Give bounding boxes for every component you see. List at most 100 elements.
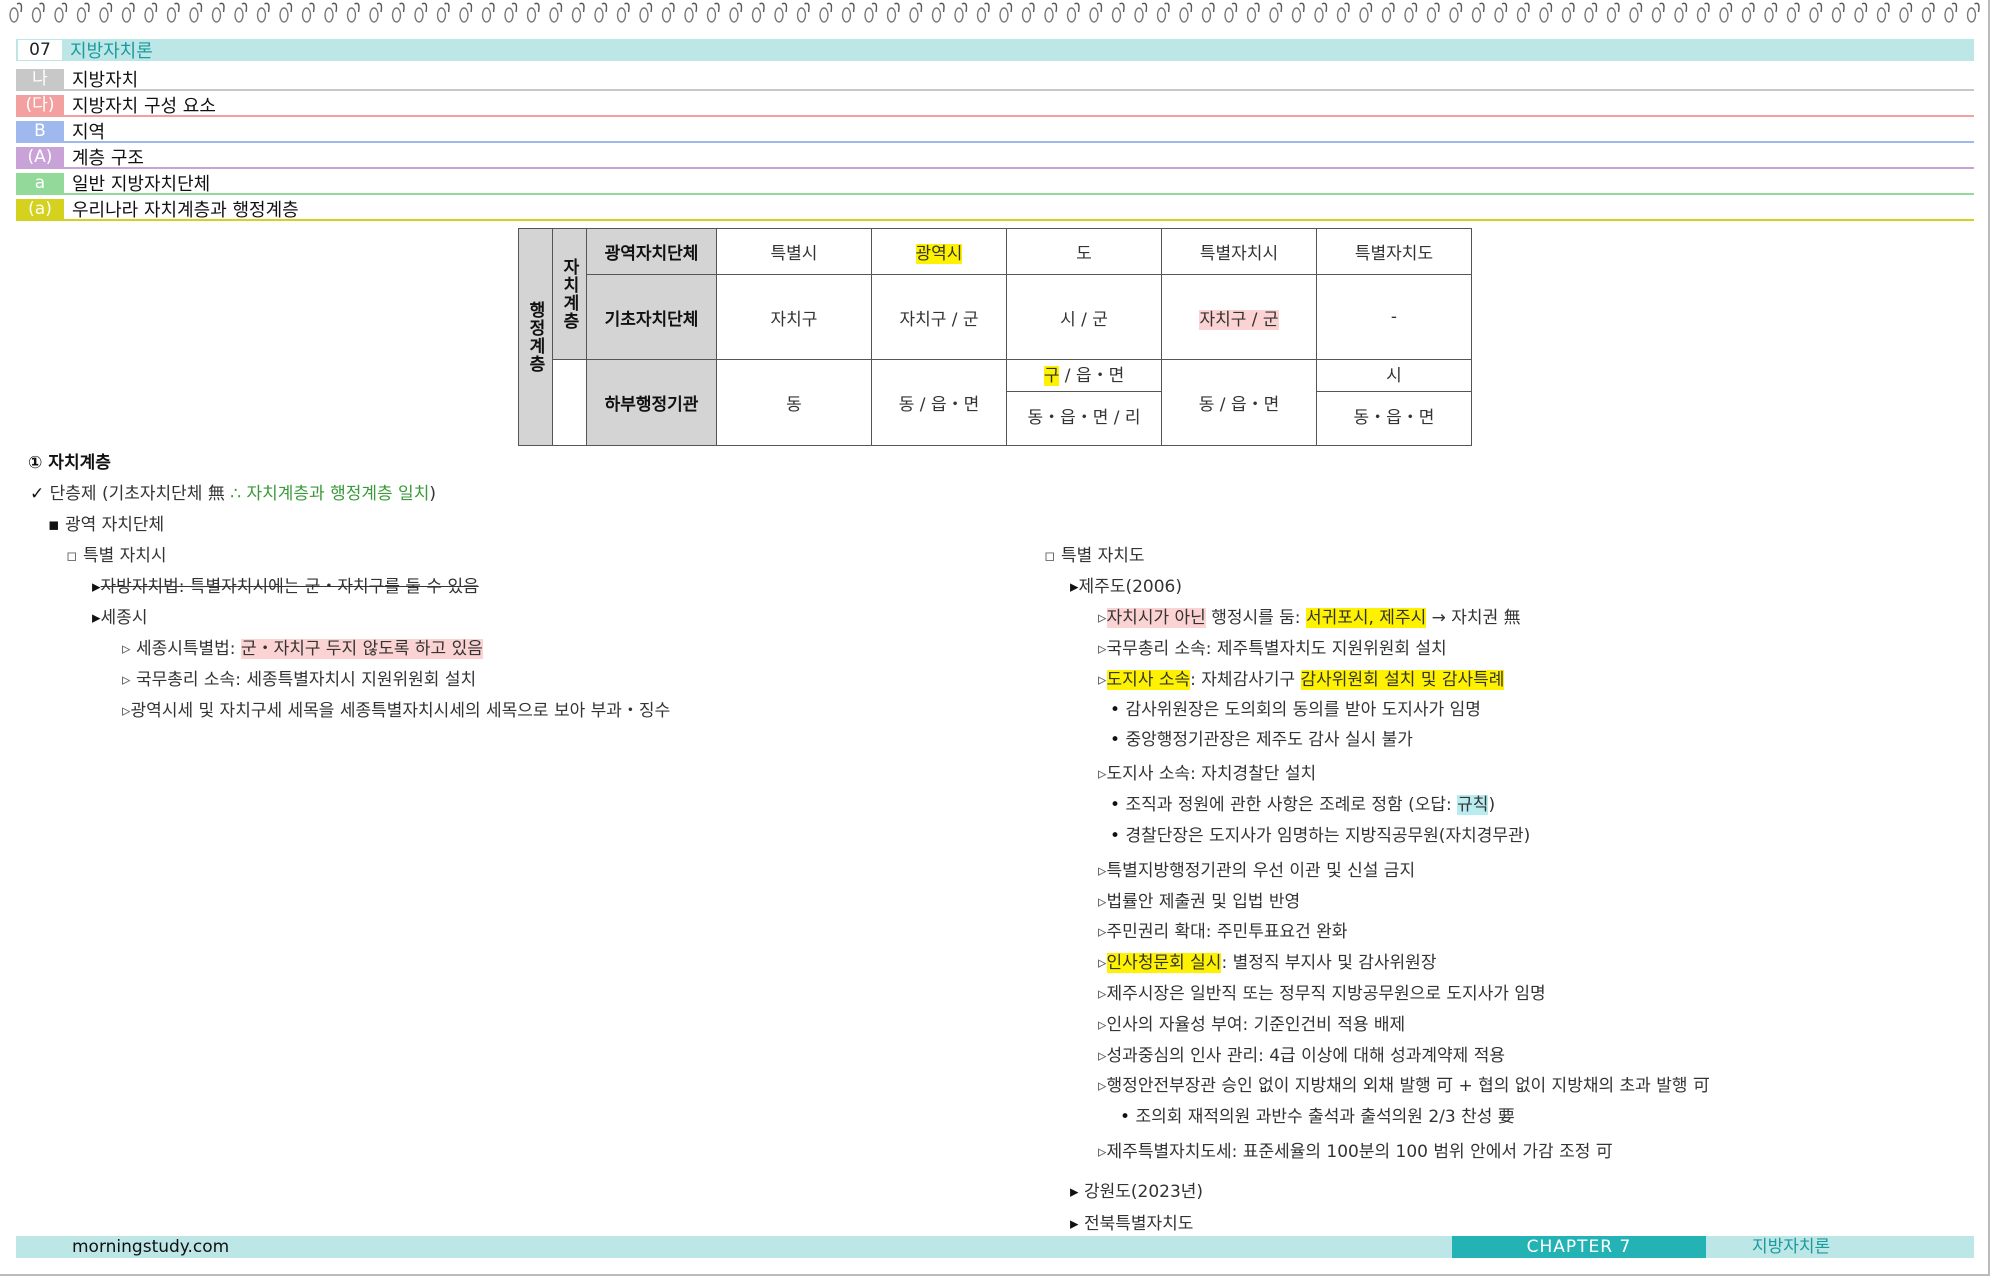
cell-r3-c3-bottom: 동・읍・면 / 리 [1027,408,1141,428]
j10-text: 인사의 자율성 부여: 기준인건비 적용 배제 [1106,1015,1406,1035]
bullet-icon: • [1110,730,1121,750]
j11-text: 성과중심의 인사 관리: 4급 이상에 대해 성과계약제 적용 [1106,1046,1505,1066]
hollow-triangle-icon: ▹ [122,701,131,721]
spiral-ring-icon [1314,2,1328,23]
spiral-ring-icon [1494,2,1508,23]
jeonbuk-item: ▸ 전북특별자치도 [1070,1213,1193,1235]
spiral-ring-icon [1651,2,1665,23]
hollow-triangle-icon: ▹ [1098,670,1107,690]
spiral-ring-icon [1044,2,1058,23]
header-tag: B [16,121,64,141]
spiral-ring-icon [1719,2,1733,23]
header-underline [16,167,1974,169]
j1-item: ▹자치시가 아닌 행정시를 둠: 서귀포시, 제주시 → 자치권 無 [1098,607,1521,629]
cell-r3-c5: 시 동・읍・면 [1316,359,1472,446]
spiral-ring-icon [1561,2,1575,23]
j3-item: ▹도지사 소속: 자체감사기구 감사위원회 설치 및 감사특례 [1098,669,1505,691]
auto-tier-label: 자치계층 [552,228,587,360]
gu-highlight: 구 [1043,366,1060,386]
spiral-ring-icon [526,2,540,23]
spiral-ring-icon [819,2,833,23]
header-tag: 나 [16,69,64,89]
spiral-ring-icon [346,2,360,23]
triangle-icon: ▸ [1070,577,1079,597]
special-city-text: 특별 자치시 [82,546,167,566]
spiral-ring-icon [1179,2,1193,23]
hollow-triangle-icon: ▹ [1098,1046,1107,1066]
hollow-triangle-icon: ▹ [1098,1076,1107,1096]
hierarchy-table: 행정계층 자치계층 광역자치단체 특별시 광역시 도 특별자치시 특별자치도 기… [518,228,1472,446]
hollow-triangle-icon: ▹ [1098,922,1107,942]
spiral-ring-icon [976,2,990,23]
spiral-ring-icon [1224,2,1238,23]
spiral-ring-icon [841,2,855,23]
j4a-pre: 조직과 정원에 관한 사항은 조례로 정함 (오답: [1125,795,1458,815]
law-item: ▸자방자치법: 특별자치시에는 군・자치구를 둘 수 있음 [92,576,479,598]
spiral-ring-icon [481,2,495,23]
row-head-basic: 기초자치단체 [586,274,717,360]
spiral-ring-icon [31,2,45,23]
cell-r1-c1: 특별시 [716,228,872,275]
spiral-ring-icon [1921,2,1935,23]
spiral-ring-icon [1786,2,1800,23]
header-tag: a [16,173,64,193]
sejong-pm-item: ▹ 국무총리 소속: 세종특별자치시 지원위원회 설치 [122,669,476,691]
chapter-badge: CHAPTER 7 [1452,1236,1706,1258]
cell-r3-c4: 동 / 읍・면 [1161,359,1317,446]
j4-text: 도지사 소속: 자치경찰단 설치 [1106,764,1317,784]
j6-item: ▹법률안 제출권 및 입법 반영 [1098,891,1300,913]
special-prov-text: 특별 자치도 [1060,546,1145,566]
cell-r3-c3-top: 구 / 읍・면 [1007,360,1161,392]
hollow-triangle-icon: ▹ [1098,1015,1107,1035]
spiral-ring-icon [1089,2,1103,23]
j4b-item: • 경찰단장은 도지사가 임명하는 지방직공무원(자치경무관) [1110,825,1530,847]
hollow-triangle-icon: ▹ [1098,892,1107,912]
j4a-item: • 조직과 정원에 관한 사항은 조례로 정함 (오답: 규칙) [1110,794,1495,816]
header-underline [16,219,1974,221]
spiral-ring-icon [999,2,1013,23]
hollow-triangle-icon: ▹ [1098,639,1107,659]
sejong-law-item: ▹ 세종시특별법: 군・자치구 두지 않도록 하고 있음 [122,638,483,660]
sejong-pm-text: 국무총리 소속: 세종특별자치시 지원위원회 설치 [135,670,477,690]
j1-hl2: 서귀포시, 제주시 [1305,608,1427,628]
header-tag: (다) [16,95,64,115]
single-green-text: ∴ 자치계층과 행정계층 일치 [224,484,430,504]
header-underline [16,89,1974,91]
triangle-icon: ▸ [92,608,101,628]
j7-text: 주민권리 확대: 주민투표요건 완화 [1106,922,1348,942]
hollow-triangle-icon: ▹ [1098,984,1107,1004]
j3b-item: • 중앙행정기관장은 제주도 감사 실시 불가 [1110,729,1413,751]
gangwon-text: 강원도(2023년) [1083,1182,1204,1202]
header-row: 나 지방자치 [16,68,1974,91]
gangwon-item: ▸ 강원도(2023년) [1070,1181,1203,1203]
spiral-ring-icon [1134,2,1148,23]
spiral-ring-icon [751,2,765,23]
j1-end: → 자치권 無 [1426,608,1521,628]
spiral-ring-icon [1516,2,1530,23]
bullet-icon: • [1110,795,1121,815]
spiral-ring-icon [954,2,968,23]
wide-item: ▪ 광역 자치단체 [48,514,164,536]
spiral-ring-icon [1291,2,1305,23]
spiral-ring-icon [9,2,23,23]
hollow-square-icon: ▫ [66,546,78,566]
special-prov-item: ▫ 특별 자치도 [1044,545,1145,567]
triangle-icon: ▸ [1070,1182,1079,1202]
spiral-ring-icon [1966,2,1980,23]
spiral-ring-icon [1381,2,1395,23]
spiral-ring-icon [729,2,743,23]
spiral-ring-icon [1831,2,1845,23]
cell-r3-c5-bottom: 동・읍・면 [1353,408,1435,428]
j3a-item: • 감사위원장은 도의회의 동의를 받아 도지사가 임명 [1110,699,1481,721]
j4-item: ▹도지사 소속: 자치경찰단 설치 [1098,763,1316,785]
law-text: 자방자치법: 특별자치시에는 군・자치구를 둘 수 있음 [100,577,479,597]
header-underline [16,141,1974,143]
single-close: ) [429,484,436,504]
j1-mid: 행정시를 둠: [1205,608,1306,628]
spiral-ring-icon [1696,2,1710,23]
spiral-ring-icon [1674,2,1688,23]
j3-hl2: 감사위원회 설치 및 감사특례 [1300,670,1505,690]
hollow-triangle-icon: ▹ [1098,1142,1107,1162]
spiral-ring-icon [166,2,180,23]
header-underline [16,115,1974,117]
